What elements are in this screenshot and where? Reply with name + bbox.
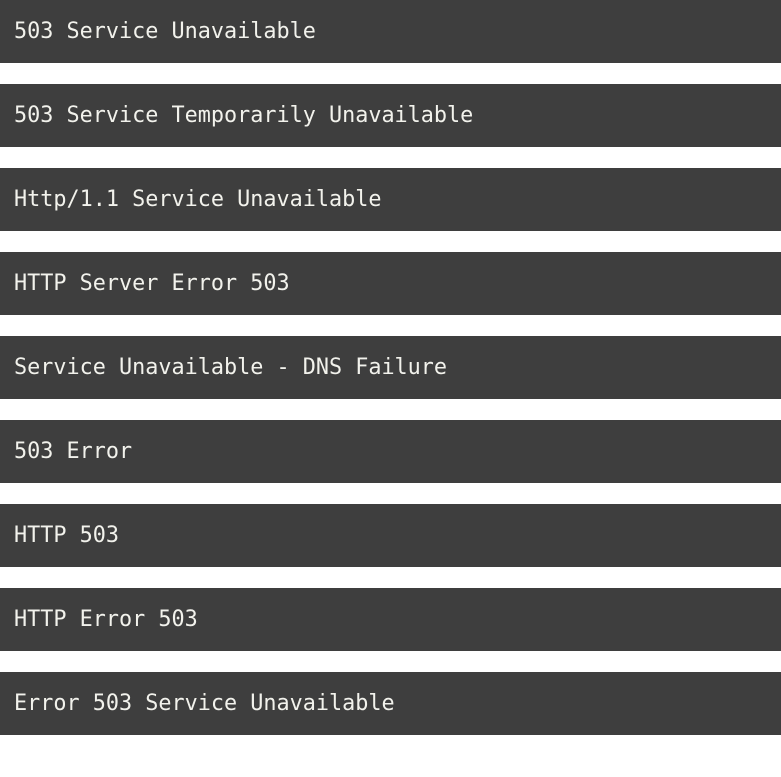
error-message-text: Service Unavailable - DNS Failure bbox=[14, 354, 448, 380]
error-message-text: HTTP Error 503 bbox=[14, 606, 198, 632]
error-message-text: HTTP 503 bbox=[14, 522, 119, 548]
error-message-text: Error 503 Service Unavailable bbox=[14, 690, 395, 716]
list-item: HTTP Error 503 bbox=[0, 588, 781, 651]
error-message-text: HTTP Server Error 503 bbox=[14, 270, 290, 296]
error-message-text: 503 Service Temporarily Unavailable bbox=[14, 102, 474, 128]
list-item: 503 Service Unavailable bbox=[0, 0, 781, 63]
list-item: 503 Error bbox=[0, 420, 781, 483]
list-item: HTTP Server Error 503 bbox=[0, 252, 781, 315]
list-item: 503 Service Temporarily Unavailable bbox=[0, 84, 781, 147]
error-message-text: 503 Error bbox=[14, 438, 133, 464]
error-message-text: 503 Service Unavailable bbox=[14, 18, 316, 44]
list-item: HTTP 503 bbox=[0, 504, 781, 567]
list-item: Error 503 Service Unavailable bbox=[0, 672, 781, 735]
error-message-list: 503 Service Unavailable 503 Service Temp… bbox=[0, 0, 781, 735]
error-message-text: Http/1.1 Service Unavailable bbox=[14, 186, 382, 212]
list-item: Service Unavailable - DNS Failure bbox=[0, 336, 781, 399]
list-item: Http/1.1 Service Unavailable bbox=[0, 168, 781, 231]
